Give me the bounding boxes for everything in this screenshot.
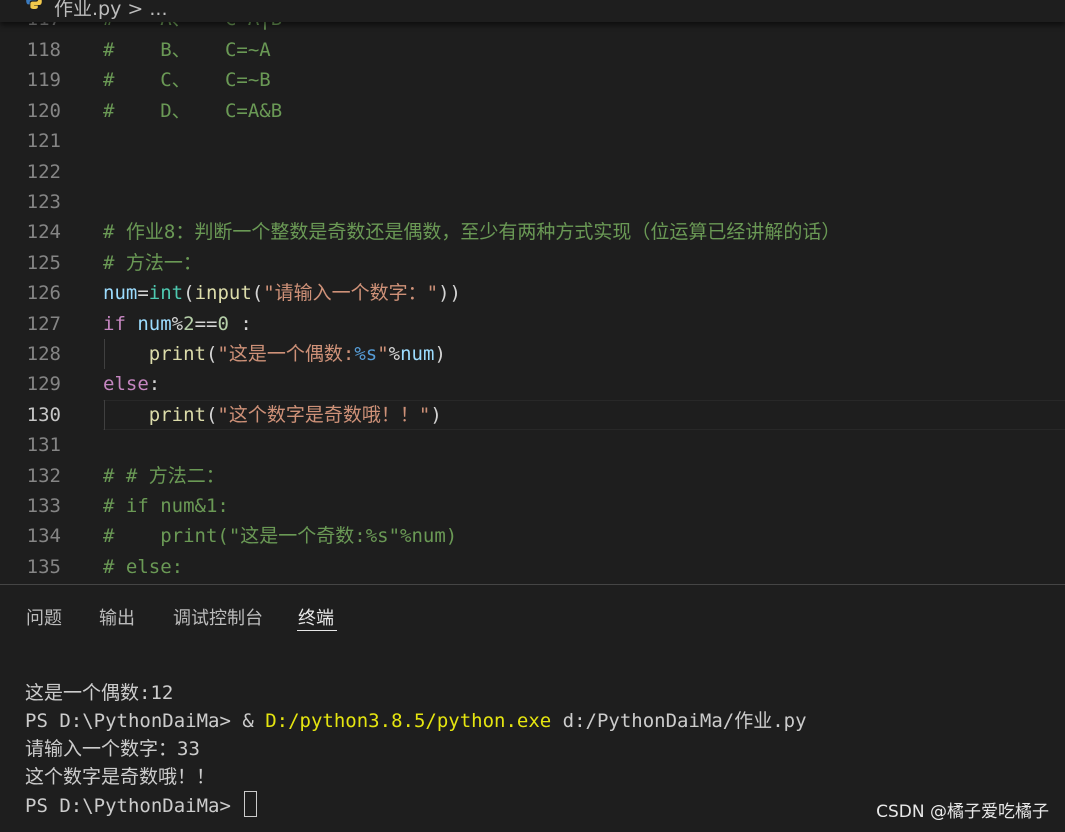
code-text: # 作业8：判断一个整数是奇数还是偶数，至少有两种方式实现（位运算已经讲解的话）	[103, 221, 841, 243]
line-number: 121	[26, 130, 61, 152]
line-number: 125	[26, 252, 61, 274]
bottom-panel: 问题 输出 调试控制台 终端 这是一个偶数:12 PS D:\PythonDai…	[0, 584, 1065, 832]
terminal-prompt: PS D:\PythonDaiMa>	[25, 795, 243, 817]
line-number: 133	[26, 495, 61, 517]
code-text: else:	[103, 373, 161, 395]
tab-problems[interactable]: 问题	[26, 604, 62, 630]
line-number: 131	[26, 434, 61, 456]
code-line[interactable]: 118 # B、 C=~A	[0, 35, 1065, 65]
tab-output[interactable]: 输出	[99, 604, 135, 630]
code-text: # B、 C=~A	[103, 39, 271, 61]
code-line[interactable]: 135 # else:	[0, 552, 1065, 582]
line-number: 128	[26, 343, 61, 365]
terminal-line: 这是一个偶数:12	[25, 682, 174, 704]
code-text: print("这个数字是奇数哦！！")	[148, 404, 442, 426]
breadcrumb-separator: >	[121, 0, 150, 20]
breadcrumb[interactable]: 作业.py > ...	[0, 0, 1065, 22]
line-number: 130	[26, 404, 61, 426]
line-number: 120	[26, 100, 61, 122]
line-number: 132	[26, 465, 61, 487]
python-file-icon	[26, 0, 42, 9]
code-line[interactable]: 124 # 作业8：判断一个整数是奇数还是偶数，至少有两种方式实现（位运算已经讲…	[0, 217, 1065, 247]
breadcrumb-ellipsis[interactable]: ...	[149, 0, 167, 20]
line-number: 123	[26, 191, 61, 213]
code-line[interactable]: 126 num=int(input("请输入一个数字："))	[0, 278, 1065, 308]
code-line[interactable]: 128 print("这是一个偶数:%s"%num)	[0, 339, 1065, 369]
code-line-current[interactable]: 130 print("这个数字是奇数哦！！")	[0, 400, 1065, 430]
breadcrumb-file[interactable]: 作业.py	[54, 0, 121, 20]
code-text: # 方法一：	[103, 252, 202, 274]
code-text: # print("这是一个奇数:%s"%num)	[103, 525, 458, 547]
code-text: if num%2==0 :	[103, 313, 252, 335]
code-text: # # 方法二：	[103, 465, 225, 487]
code-text: # if num&1:	[103, 495, 229, 517]
line-number: 118	[26, 39, 61, 61]
terminal-cursor	[244, 791, 258, 817]
line-number: 126	[26, 282, 61, 304]
code-line[interactable]: 129 else:	[0, 369, 1065, 399]
code-line[interactable]: 125 # 方法一：	[0, 248, 1065, 278]
terminal-line: 请输入一个数字：33	[25, 738, 200, 760]
code-line[interactable]: 133 # if num&1:	[0, 491, 1065, 521]
line-number: 135	[26, 556, 61, 578]
line-number: 129	[26, 373, 61, 395]
code-editor[interactable]: 117 # A、 C=A|B 118 # B、 C=~A 119 # C、 C=…	[0, 0, 1065, 584]
code-text: # C、 C=~B	[103, 69, 271, 91]
code-line[interactable]: 127 if num%2==0 :	[0, 309, 1065, 339]
terminal-line: PS D:\PythonDaiMa> & D:/python3.8.5/pyth…	[25, 710, 807, 732]
line-number: 127	[26, 313, 61, 335]
code-line[interactable]: 134 # print("这是一个奇数:%s"%num)	[0, 521, 1065, 551]
code-line[interactable]: 119 # C、 C=~B	[0, 65, 1065, 95]
code-text: # else:	[103, 556, 184, 578]
code-line[interactable]: 131	[0, 430, 1065, 460]
code-text: print("这是一个偶数:%s"%num)	[148, 343, 446, 365]
code-line[interactable]: 121	[0, 126, 1065, 156]
line-number: 122	[26, 161, 61, 183]
code-text: num=int(input("请输入一个数字："))	[103, 282, 461, 304]
terminal-exe-path: D:/python3.8.5/python.exe	[265, 710, 552, 732]
terminal-prompt: PS D:\PythonDaiMa>	[25, 710, 243, 732]
tab-terminal[interactable]: 终端	[298, 604, 334, 630]
terminal-line: 这个数字是奇数哦！！	[25, 766, 216, 788]
line-number: 124	[26, 221, 61, 243]
code-text: # D、 C=A&B	[103, 100, 283, 122]
code-line[interactable]: 123	[0, 187, 1065, 217]
line-number: 134	[26, 525, 61, 547]
code-line[interactable]: 120 # D、 C=A&B	[0, 96, 1065, 126]
watermark: CSDN @橘子爱吃橘子	[876, 802, 1049, 822]
terminal-line[interactable]: PS D:\PythonDaiMa>	[25, 791, 258, 820]
code-line[interactable]: 132 # # 方法二：	[0, 461, 1065, 491]
line-number: 119	[26, 69, 61, 91]
active-tab-indicator	[297, 630, 337, 631]
code-line[interactable]: 122	[0, 157, 1065, 187]
tab-debug-console[interactable]: 调试控制台	[173, 604, 263, 630]
